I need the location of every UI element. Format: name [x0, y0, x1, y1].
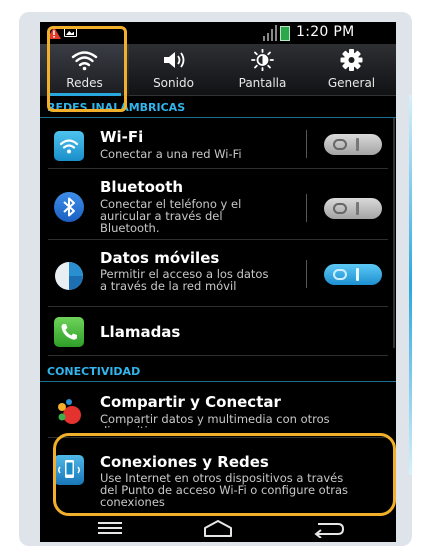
list-item-share-connect[interactable]: Compartir y Conectar Compartir datos y m… — [40, 384, 396, 438]
item-title: Wi-Fi — [100, 128, 144, 146]
navigation-bar — [40, 514, 396, 542]
scrollbar[interactable] — [393, 118, 395, 348]
tab-label: Pantalla — [238, 76, 287, 90]
highlight-box-tab — [47, 26, 127, 112]
share-connect-icon — [58, 399, 81, 424]
frame-edge — [409, 95, 412, 475]
divider — [306, 194, 307, 222]
home-icon[interactable] — [198, 518, 238, 538]
item-title: Llamadas — [100, 323, 181, 341]
phone-icon — [54, 317, 84, 347]
back-icon[interactable] — [308, 518, 348, 538]
item-title: Datos móviles — [100, 249, 220, 267]
bluetooth-toggle[interactable] — [324, 198, 382, 219]
item-title: Bluetooth — [100, 178, 184, 196]
highlight-box-connections — [53, 433, 396, 516]
item-title: Compartir y Conectar — [100, 393, 281, 411]
tab-label: Sonido — [153, 76, 194, 90]
item-description: Conectar a una red Wi-Fi — [100, 147, 242, 161]
wifi-icon — [54, 131, 84, 161]
clock: 1:20 PM — [296, 24, 355, 40]
battery-icon — [280, 26, 290, 41]
list-item-wifi[interactable]: Wi-Fi Conectar a una red Wi-Fi — [40, 119, 396, 169]
menu-icon[interactable] — [90, 518, 130, 538]
section-header-connectivity: CONECTIVIDAD — [40, 362, 396, 382]
mobile-data-icon — [55, 262, 83, 290]
divider — [306, 130, 307, 158]
tab-label: General — [327, 76, 376, 90]
signal-icon — [263, 25, 277, 41]
list-item-bluetooth[interactable]: Bluetooth Conectar el teléfono y el auri… — [40, 170, 396, 240]
gear-icon — [340, 49, 363, 71]
speaker-icon — [164, 52, 185, 68]
wifi-toggle[interactable] — [324, 134, 382, 155]
item-description: Permitir el acceso a los datos a través … — [100, 267, 269, 293]
item-description: Conectar el teléfono y el auricular a tr… — [100, 197, 242, 235]
mobile-data-toggle[interactable] — [324, 264, 382, 285]
item-description: Compartir datos y multimedia con otros d… — [100, 413, 330, 428]
tab-pantalla[interactable]: Pantalla — [218, 44, 307, 96]
list-item-calls[interactable]: Llamadas — [40, 308, 396, 356]
brightness-icon — [251, 49, 274, 71]
tab-sonido[interactable]: Sonido — [129, 44, 218, 96]
divider — [306, 260, 307, 288]
tab-general[interactable]: General — [307, 44, 396, 96]
list-item-mobile-data[interactable]: Datos móviles Permitir el acceso a los d… — [40, 241, 396, 307]
bluetooth-icon — [54, 192, 84, 222]
